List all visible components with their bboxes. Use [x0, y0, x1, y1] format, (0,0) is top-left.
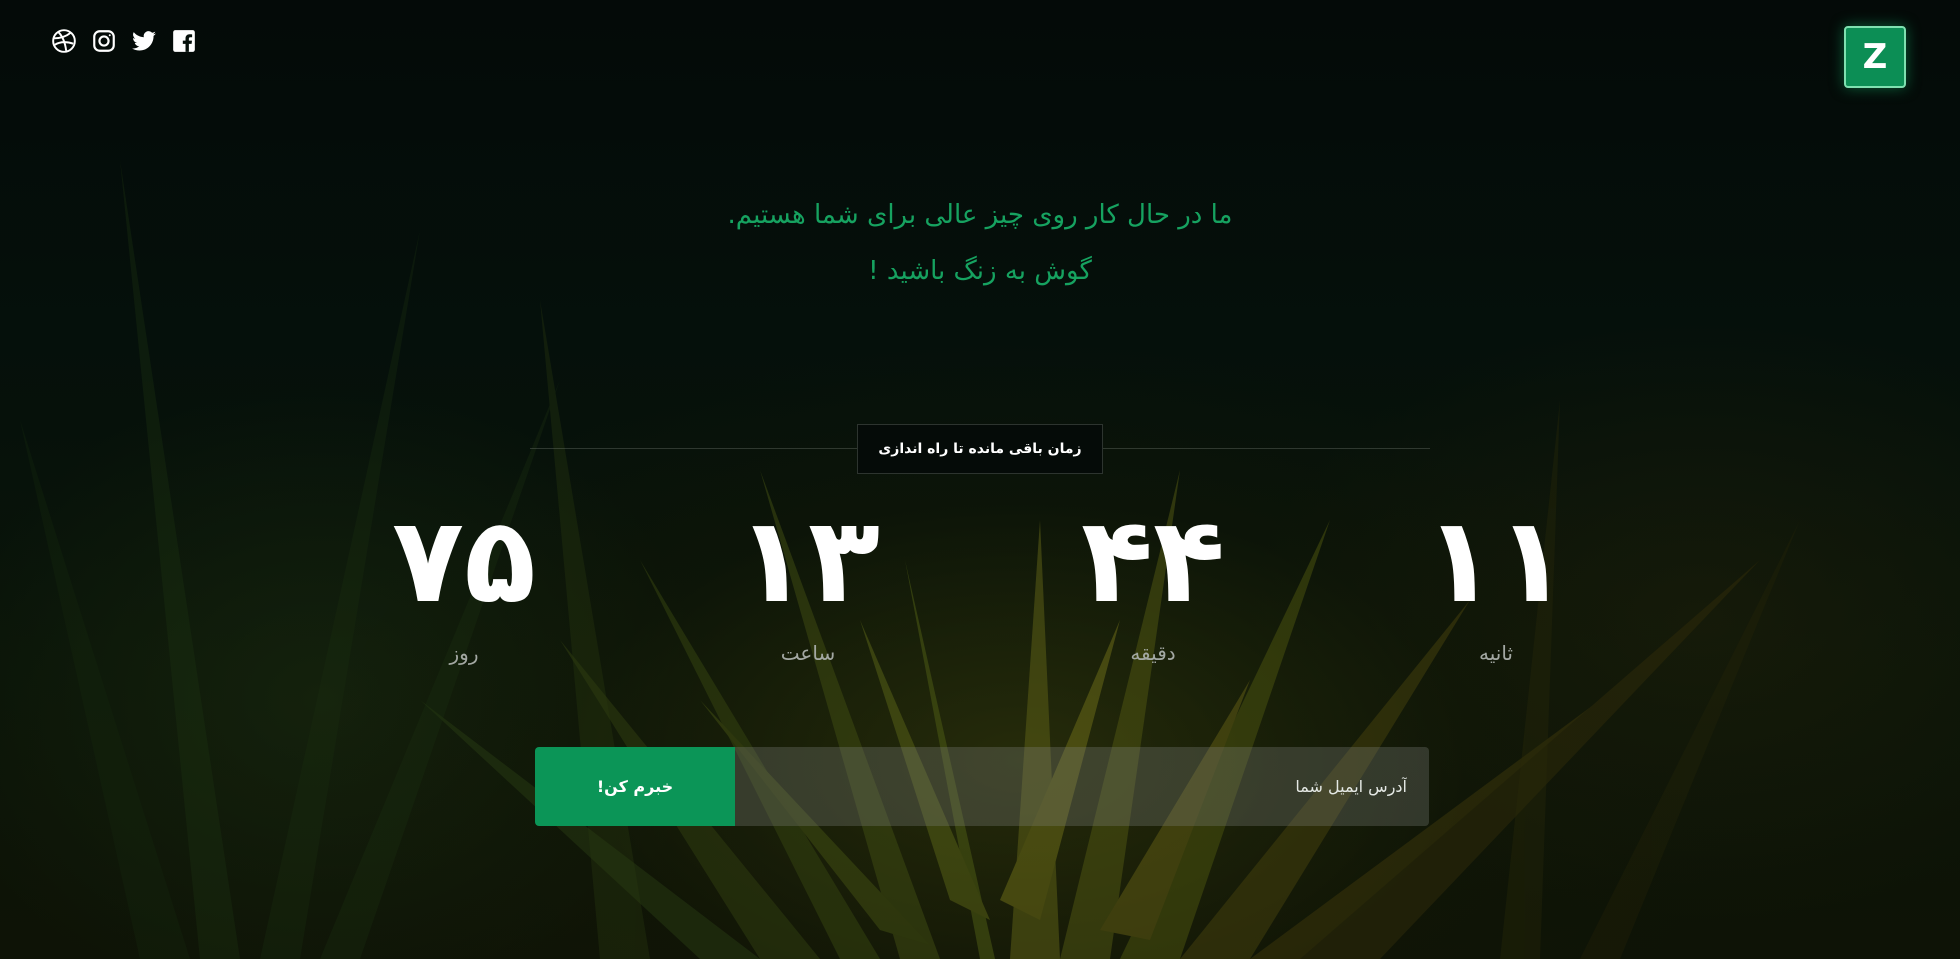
countdown-days: ۷۵ روز [314, 485, 614, 665]
dribbble-icon[interactable] [50, 27, 78, 55]
countdown-seconds: ۱۱ ثانیه [1346, 485, 1646, 665]
twitter-icon[interactable] [130, 27, 158, 55]
headline-line-1: ما در حال کار روی چیز عالی برای شما هستی… [727, 200, 1233, 230]
email-field-wrapper [735, 747, 1429, 826]
instagram-icon[interactable] [90, 27, 118, 55]
social-links [50, 27, 198, 55]
seconds-value: ۱۱ [1423, 491, 1569, 629]
facebook-icon[interactable] [170, 27, 198, 55]
notify-me-button[interactable]: خبرم کن! [535, 747, 735, 826]
seconds-label: ثانیه [1479, 641, 1513, 665]
countdown-caption: زمان باقی مانده تا راه اندازی [857, 424, 1103, 474]
hours-label: ساعت [780, 641, 836, 665]
days-label: روز [449, 641, 479, 665]
subscribe-form: خبرم کن! [535, 747, 1429, 826]
countdown-hours: ۱۳ ساعت [658, 485, 958, 665]
coming-soon-page: Z ما در حال کار روی چیز عالی برای شما هس… [0, 0, 1960, 959]
email-field[interactable] [735, 776, 1409, 797]
days-value: ۷۵ [391, 491, 537, 629]
hours-value: ۱۳ [735, 491, 881, 629]
minutes-label: دقیقه [1130, 641, 1176, 665]
minutes-value: ۴۴ [1080, 491, 1226, 629]
headline-line-2: گوش به زنگ باشید ! [868, 256, 1092, 286]
brand-logo[interactable]: Z [1844, 26, 1906, 88]
countdown-minutes: ۴۴ دقیقه [1003, 485, 1303, 665]
